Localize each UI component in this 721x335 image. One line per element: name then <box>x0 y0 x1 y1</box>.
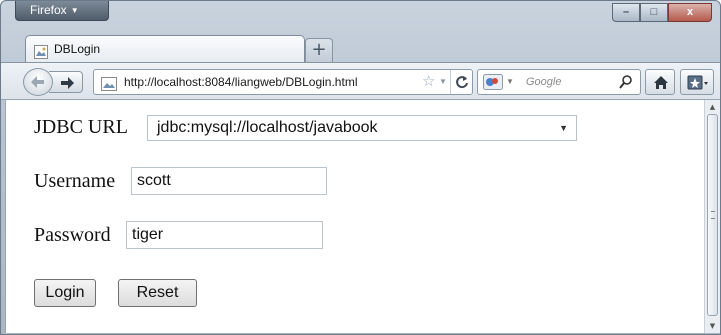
reload-button[interactable] <box>450 70 472 94</box>
url-text: http://localhost:8084/liangweb/DBLogin.h… <box>124 75 358 89</box>
site-icon <box>101 75 117 99</box>
scrollbar-thumb[interactable] <box>707 114 718 316</box>
star-icon[interactable]: ☆ <box>422 70 435 94</box>
bookmarks-icon <box>687 75 708 90</box>
back-button[interactable] <box>23 68 53 96</box>
password-input[interactable]: tiger <box>126 221 323 249</box>
search-icon[interactable] <box>618 74 634 99</box>
search-engine-icon[interactable] <box>483 74 503 99</box>
navigation-bar: http://localhost:8084/liangweb/DBLogin.h… <box>1 62 720 100</box>
username-input[interactable]: scott <box>131 167 327 195</box>
chevron-down-icon[interactable]: ▼ <box>439 70 447 94</box>
forward-button[interactable] <box>49 71 83 93</box>
vertical-scrollbar[interactable]: ▲ ▼ <box>704 100 720 333</box>
jdbc-url-select[interactable]: jdbc:mysql://localhost/javabook ▼ <box>147 115 577 141</box>
grip-icon <box>711 211 715 219</box>
back-icon <box>31 76 44 88</box>
title-bar: Firefox ▼ – □ x <box>1 1 720 33</box>
login-button[interactable]: Login <box>34 279 96 307</box>
scroll-down-icon[interactable]: ▼ <box>705 319 720 333</box>
tab-dblogin[interactable]: DBLogin <box>25 35 305 62</box>
home-icon <box>654 76 668 89</box>
maximize-button[interactable]: □ <box>640 3 668 22</box>
jdbc-url-label: JDBC URL <box>34 116 128 138</box>
chevron-down-icon: ▼ <box>559 123 568 133</box>
home-button[interactable] <box>645 69 675 95</box>
jdbc-url-value: jdbc:mysql://localhost/javabook <box>157 119 378 136</box>
password-label: Password <box>34 224 111 246</box>
window-controls: – □ x <box>612 3 712 22</box>
chevron-down-icon[interactable]: ▼ <box>506 70 514 94</box>
bookmarks-button[interactable] <box>680 69 714 95</box>
search-bar[interactable]: ▼ Google <box>477 69 641 95</box>
back-forward-group <box>23 68 89 96</box>
url-bar[interactable]: http://localhost:8084/liangweb/DBLogin.h… <box>93 69 473 95</box>
new-tab-button[interactable]: + <box>305 38 333 62</box>
chevron-down-icon: ▼ <box>70 6 79 15</box>
minimize-button[interactable]: – <box>612 3 640 22</box>
firefox-menu-label: Firefox <box>30 3 67 17</box>
page-content: JDBC URL jdbc:mysql://localhost/javabook… <box>5 100 704 333</box>
tab-title: DBLogin <box>54 42 101 56</box>
browser-window: Firefox▼ – □ x DBLogin + http://localho <box>0 0 721 335</box>
reload-icon <box>455 76 468 89</box>
reset-button[interactable]: Reset <box>118 279 197 307</box>
scroll-up-icon[interactable]: ▲ <box>705 100 720 114</box>
forward-icon <box>61 77 74 89</box>
search-placeholder: Google <box>526 76 562 88</box>
close-button[interactable]: x <box>668 3 712 22</box>
firefox-menu-button[interactable]: Firefox ▼ <box>15 1 109 21</box>
username-label: Username <box>34 170 116 192</box>
